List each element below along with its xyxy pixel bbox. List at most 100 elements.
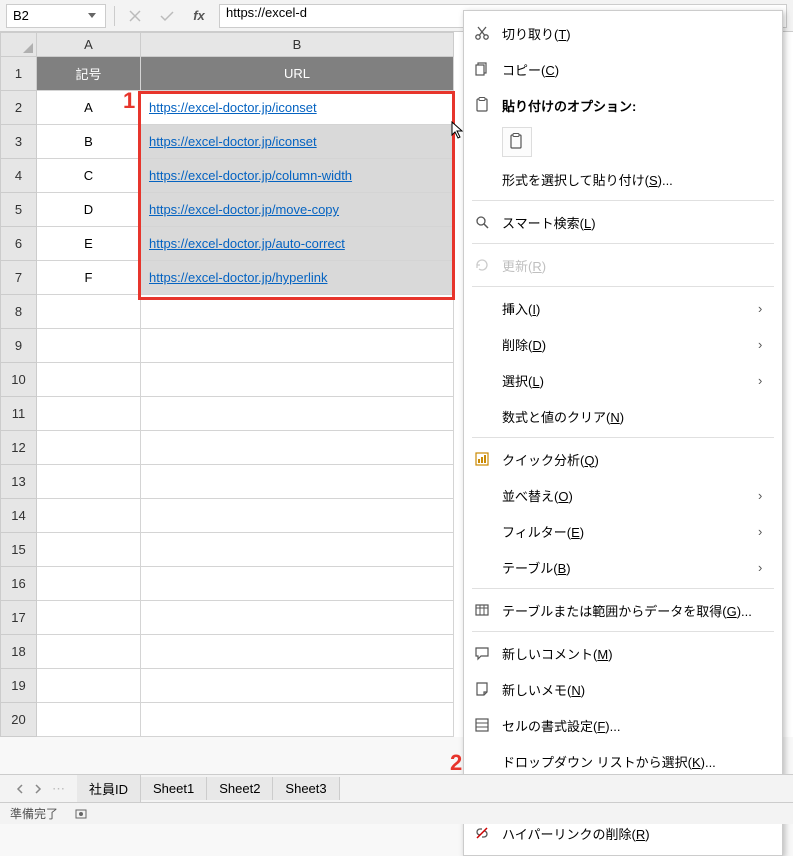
cell-B6[interactable]: https://excel-doctor.jp/auto-correct: [141, 227, 454, 261]
row-header-3[interactable]: 3: [1, 125, 37, 159]
cell-A17[interactable]: [37, 601, 141, 635]
cell-A1[interactable]: 記号: [37, 57, 141, 91]
col-header-B[interactable]: B: [141, 33, 454, 57]
row-header-12[interactable]: 12: [1, 431, 37, 465]
row-header-17[interactable]: 17: [1, 601, 37, 635]
cell-B20[interactable]: [141, 703, 454, 737]
cell-B8[interactable]: [141, 295, 454, 329]
cell-A15[interactable]: [37, 533, 141, 567]
cm-paste-special[interactable]: 形式を選択して貼り付け(S)...: [464, 161, 782, 197]
tab-nav-next[interactable]: [30, 781, 46, 797]
cell-B10[interactable]: [141, 363, 454, 397]
cm-cut[interactable]: 切り取り(T): [464, 15, 782, 51]
cell-A14[interactable]: [37, 499, 141, 533]
paste-default-button[interactable]: [502, 127, 532, 157]
cm-filter[interactable]: フィルター(E) ›: [464, 513, 782, 549]
row-header-8[interactable]: 8: [1, 295, 37, 329]
cell-B19[interactable]: [141, 669, 454, 703]
cell-A5[interactable]: D: [37, 193, 141, 227]
cm-table[interactable]: テーブル(B) ›: [464, 549, 782, 585]
cell-B15[interactable]: [141, 533, 454, 567]
cell-B16[interactable]: [141, 567, 454, 601]
cell-B4[interactable]: https://excel-doctor.jp/column-width: [141, 159, 454, 193]
cm-smart-lookup[interactable]: スマート検索(L): [464, 204, 782, 240]
cell-B11[interactable]: [141, 397, 454, 431]
cell-B13[interactable]: [141, 465, 454, 499]
row-header-5[interactable]: 5: [1, 193, 37, 227]
cm-select[interactable]: 選択(L) ›: [464, 362, 782, 398]
cell-A6[interactable]: E: [37, 227, 141, 261]
row-header-15[interactable]: 15: [1, 533, 37, 567]
row-header-18[interactable]: 18: [1, 635, 37, 669]
cm-insert[interactable]: 挿入(I) ›: [464, 290, 782, 326]
sheet-tab[interactable]: Sheet1: [141, 777, 207, 800]
cell-B5[interactable]: https://excel-doctor.jp/move-copy: [141, 193, 454, 227]
cm-sort[interactable]: 並べ替え(O) ›: [464, 477, 782, 513]
tab-nav-prev[interactable]: [12, 781, 28, 797]
hyperlink[interactable]: https://excel-doctor.jp/auto-correct: [149, 236, 345, 251]
cell-B17[interactable]: [141, 601, 454, 635]
row-header-19[interactable]: 19: [1, 669, 37, 703]
macro-record-icon[interactable]: [74, 807, 88, 821]
cell-A8[interactable]: [37, 295, 141, 329]
cell-B3[interactable]: https://excel-doctor.jp/iconset: [141, 125, 454, 159]
cell-B1[interactable]: URL: [141, 57, 454, 91]
row-header-1[interactable]: 1: [1, 57, 37, 91]
enter-icon[interactable]: [155, 4, 179, 28]
cell-A10[interactable]: [37, 363, 141, 397]
menu-separator: [472, 631, 774, 632]
get-data-icon: [472, 600, 492, 620]
cell-A3[interactable]: B: [37, 125, 141, 159]
cell-B7[interactable]: https://excel-doctor.jp/hyperlink: [141, 261, 454, 295]
name-box-dropdown-icon[interactable]: [85, 9, 99, 23]
row-header-14[interactable]: 14: [1, 499, 37, 533]
cell-B9[interactable]: [141, 329, 454, 363]
select-all-corner[interactable]: [1, 33, 37, 57]
cm-copy[interactable]: コピー(C): [464, 51, 782, 87]
cell-A16[interactable]: [37, 567, 141, 601]
cell-A4[interactable]: C: [37, 159, 141, 193]
hyperlink[interactable]: https://excel-doctor.jp/hyperlink: [149, 270, 327, 285]
cell-A11[interactable]: [37, 397, 141, 431]
sheet-tab[interactable]: Sheet3: [273, 777, 339, 800]
cell-A20[interactable]: [37, 703, 141, 737]
hyperlink[interactable]: https://excel-doctor.jp/column-width: [149, 168, 352, 183]
row-header-13[interactable]: 13: [1, 465, 37, 499]
row-header-6[interactable]: 6: [1, 227, 37, 261]
cm-format-cells[interactable]: セルの書式設定(F)...: [464, 707, 782, 743]
sheet-tab[interactable]: Sheet2: [207, 777, 273, 800]
cell-B18[interactable]: [141, 635, 454, 669]
hyperlink[interactable]: https://excel-doctor.jp/iconset: [149, 100, 317, 115]
sheet-tab[interactable]: 社員ID: [77, 775, 141, 802]
hyperlink[interactable]: https://excel-doctor.jp/move-copy: [149, 202, 339, 217]
note-icon: [472, 679, 492, 699]
row-header-4[interactable]: 4: [1, 159, 37, 193]
cm-get-data[interactable]: テーブルまたは範囲からデータを取得(G)...: [464, 592, 782, 628]
cm-new-comment[interactable]: 新しいコメント(M): [464, 635, 782, 671]
cell-B2[interactable]: https://excel-doctor.jp/iconset: [141, 91, 454, 125]
row-header-10[interactable]: 10: [1, 363, 37, 397]
hyperlink[interactable]: https://excel-doctor.jp/iconset: [149, 134, 317, 149]
cell-A12[interactable]: [37, 431, 141, 465]
col-header-A[interactable]: A: [37, 33, 141, 57]
row-header-7[interactable]: 7: [1, 261, 37, 295]
cell-A19[interactable]: [37, 669, 141, 703]
cm-new-note[interactable]: 新しいメモ(N): [464, 671, 782, 707]
cell-A9[interactable]: [37, 329, 141, 363]
row-header-9[interactable]: 9: [1, 329, 37, 363]
fx-icon[interactable]: fx: [187, 4, 211, 28]
cell-B14[interactable]: [141, 499, 454, 533]
cancel-icon[interactable]: [123, 4, 147, 28]
row-header-16[interactable]: 16: [1, 567, 37, 601]
cell-B12[interactable]: [141, 431, 454, 465]
cell-A18[interactable]: [37, 635, 141, 669]
cm-clear[interactable]: 数式と値のクリア(N): [464, 398, 782, 434]
cm-quick-analysis[interactable]: クイック分析(Q): [464, 441, 782, 477]
row-header-11[interactable]: 11: [1, 397, 37, 431]
cell-A13[interactable]: [37, 465, 141, 499]
row-header-2[interactable]: 2: [1, 91, 37, 125]
cell-A7[interactable]: F: [37, 261, 141, 295]
name-box[interactable]: B2: [6, 4, 106, 28]
row-header-20[interactable]: 20: [1, 703, 37, 737]
cm-delete[interactable]: 削除(D) ›: [464, 326, 782, 362]
